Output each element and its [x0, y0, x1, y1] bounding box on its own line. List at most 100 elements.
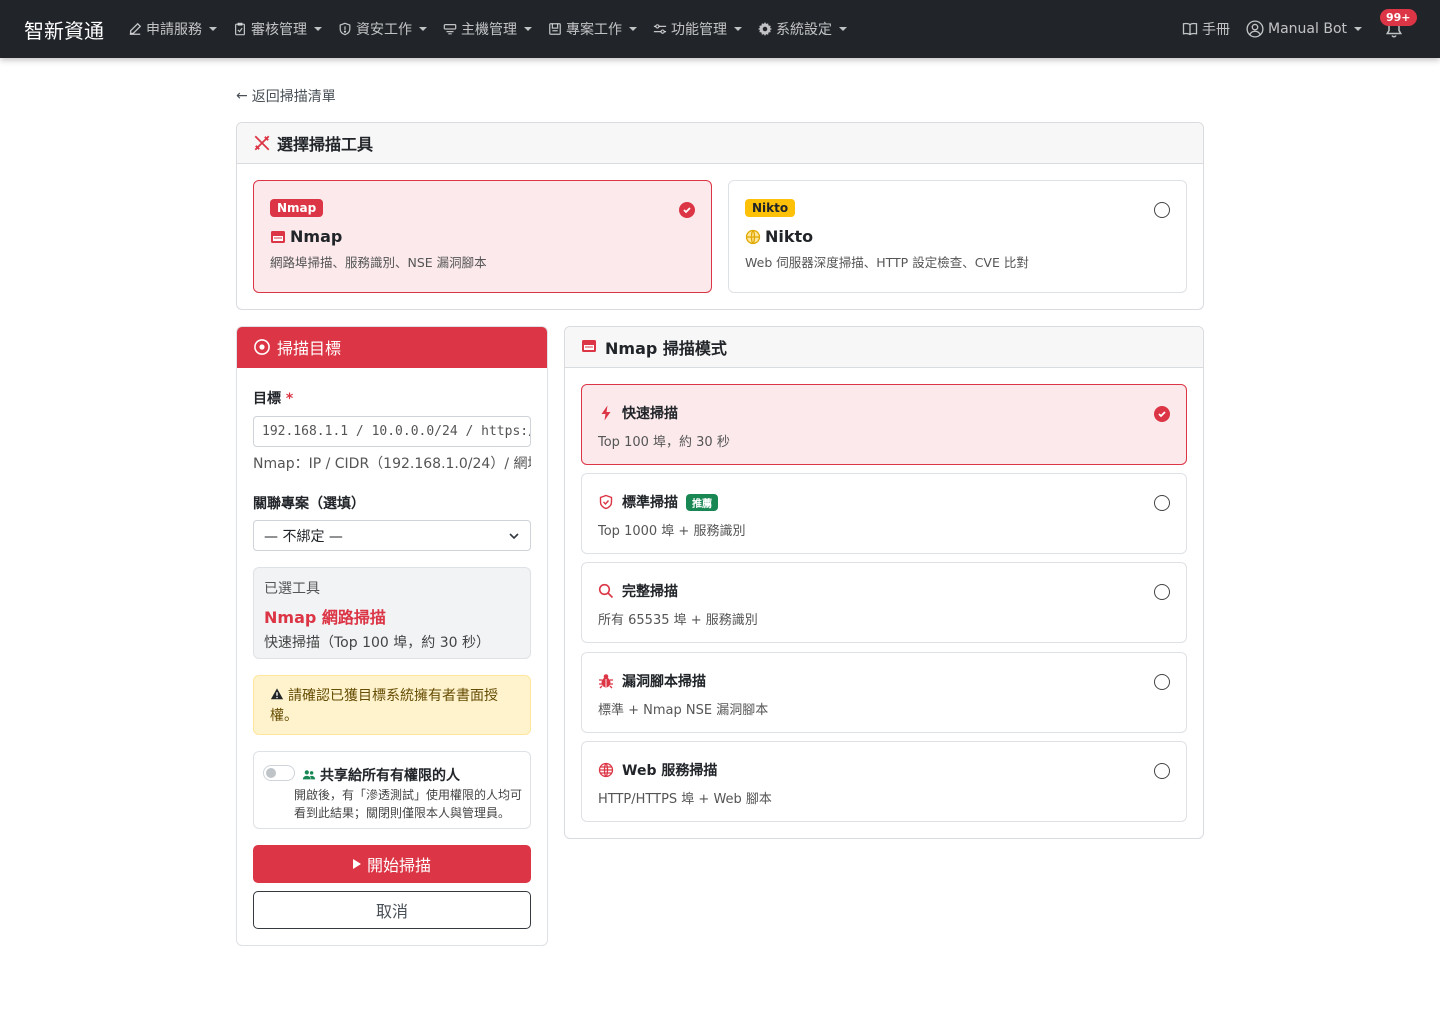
project-select[interactable]: — 不綁定 —: [253, 520, 531, 551]
cancel-button[interactable]: 取消: [253, 891, 531, 929]
gear-icon: [758, 22, 772, 36]
play-icon: [352, 859, 361, 869]
nav-menu-review[interactable]: 審核管理: [233, 19, 322, 39]
router-icon: [581, 338, 599, 356]
mode-radio[interactable]: [1154, 584, 1170, 600]
target-hint: Nmap：IP / CIDR（192.168.1.0/24）/ 網域: [253, 456, 531, 472]
arrow-left-icon: ←: [236, 88, 248, 104]
nmap-desc: 網路埠掃描、服務識別、NSE 漏洞腳本: [270, 255, 487, 270]
back-link-label: 返回掃描清單: [251, 89, 336, 105]
brand-logo[interactable]: 智新資通: [24, 15, 104, 44]
nav-menu-label: 主機管理: [461, 22, 517, 38]
top-navbar: 智新資通 申請服務 審核管理 資安工作 主機管理 專案工作 功能管理 系統設定 …: [0, 0, 1440, 58]
nav-menu-label: 功能管理: [671, 22, 727, 38]
mode-name: 漏洞腳本掃描: [622, 674, 706, 690]
nav-menu-label: 審核管理: [251, 22, 307, 38]
toggle-knob: [266, 768, 276, 778]
scan-target-header: 掃描目標: [237, 327, 547, 368]
required-mark: *: [285, 391, 294, 407]
people-icon: [302, 768, 316, 782]
target-input[interactable]: 192.168.1.1 / 10.0.0.0/24 / https://exam…: [253, 416, 531, 447]
nav-menu-apply-service[interactable]: 申請服務: [128, 19, 217, 39]
globe-icon: [745, 229, 761, 245]
briefcase-icon: [548, 22, 562, 36]
search-icon: [598, 583, 614, 599]
scan-mode-header: Nmap 掃描模式: [565, 327, 1203, 368]
shield-check-icon: [598, 494, 614, 510]
nikto-title: Nikto: [745, 227, 1170, 246]
selected-tool-caption: 已選工具: [264, 581, 320, 597]
tool-card-nikto[interactable]: Nikto Nikto Web 伺服器深度掃描、HTTP 設定檢查、CVE 比對: [728, 180, 1187, 293]
mode-quick-scan[interactable]: 快速掃描 Top 100 埠，約 30 秒: [581, 384, 1187, 465]
selected-tool-mode: 快速掃描（Top 100 埠，約 30 秒）: [264, 635, 490, 651]
recommended-badge: 推薦: [686, 493, 718, 511]
project-label: 關聯專案（選填）: [253, 496, 365, 512]
mode-desc: 標準 + Nmap NSE 漏洞腳本: [598, 703, 769, 718]
selected-tool-name: Nmap 網路掃描: [264, 608, 386, 627]
nav-menu-function[interactable]: 功能管理: [653, 19, 742, 39]
mode-standard-scan[interactable]: 標準掃描 推薦 Top 1000 埠 + 服務識別: [581, 473, 1187, 554]
manual-link[interactable]: 手冊: [1182, 19, 1230, 39]
nmap-title: Nmap: [270, 227, 695, 246]
tool-selection-title: 選擇掃描工具: [277, 135, 374, 154]
tool-selection-header: 選擇掃描工具: [237, 123, 1203, 164]
caret-down-icon: [314, 27, 322, 31]
target-label: 目標 *: [253, 388, 293, 408]
nav-menu-label: 申請服務: [146, 22, 202, 38]
start-scan-button[interactable]: 開始掃描: [253, 845, 531, 883]
user-menu[interactable]: Manual Bot: [1246, 20, 1362, 38]
clipboard-check-icon: [233, 22, 247, 36]
nav-menu-host[interactable]: 主機管理: [443, 19, 532, 39]
mode-vuln-script-scan[interactable]: 漏洞腳本掃描 標準 + Nmap NSE 漏洞腳本: [581, 652, 1187, 733]
warning-icon: [270, 687, 284, 701]
share-toggle[interactable]: [263, 765, 295, 781]
caret-down-icon: [629, 27, 637, 31]
notification-bell[interactable]: 99+: [1380, 9, 1417, 39]
lightning-icon: [598, 405, 614, 421]
mode-web-service-scan[interactable]: Web 服務掃描 HTTP/HTTPS 埠 + Web 腳本: [581, 741, 1187, 822]
nikto-badge: Nikto: [745, 199, 796, 217]
project-select-value: — 不綁定 —: [264, 528, 343, 545]
tool-card-nmap[interactable]: Nmap Nmap 網路埠掃描、服務識別、NSE 漏洞腳本: [253, 180, 712, 293]
share-title-text: 共享給所有有權限的人: [320, 768, 460, 784]
warning-text: 請確認已獲目標系統擁有者書面授權。: [270, 688, 498, 724]
share-desc: 開啟後，有「滲透測試」使用權限的人均可看到此結果；關閉則僅限本人與管理員。: [294, 788, 523, 820]
caret-down-icon: [419, 27, 427, 31]
cancel-label: 取消: [375, 902, 408, 921]
mode-full-scan[interactable]: 完整掃描 所有 65535 埠 + 服務識別: [581, 562, 1187, 643]
mode-title: 標準掃描 推薦: [598, 492, 718, 512]
nav-menu-project[interactable]: 專案工作: [548, 19, 637, 39]
book-icon: [1182, 21, 1198, 37]
mode-radio[interactable]: [1154, 674, 1170, 690]
back-to-scan-list-link[interactable]: ← 返回掃描清單: [236, 86, 336, 106]
nmap-name: Nmap: [290, 227, 343, 246]
nav-menu-label: 資安工作: [356, 22, 412, 38]
nikto-radio[interactable]: [1154, 202, 1170, 218]
shield-icon: [338, 22, 352, 36]
mode-title: Web 服務掃描: [598, 760, 717, 780]
nav-menu-security[interactable]: 資安工作: [338, 19, 427, 39]
nav-menu-system-settings[interactable]: 系統設定: [758, 19, 847, 39]
share-option-box: 共享給所有有權限的人 開啟後，有「滲透測試」使用權限的人均可看到此結果；關閉則僅…: [253, 751, 531, 829]
sliders-icon: [653, 22, 667, 36]
scan-mode-card: Nmap 掃描模式 快速掃描 Top 100 埠，約 30 秒 標準掃描 推薦 …: [564, 326, 1204, 839]
authorization-warning: 請確認已獲目標系統擁有者書面授權。: [253, 675, 531, 735]
nav-menu-label: 系統設定: [776, 22, 832, 38]
target-label-text: 目標: [253, 391, 281, 407]
nav-menu-label: 專案工作: [566, 22, 622, 38]
navbar-right: 手冊 Manual Bot 99+: [1182, 9, 1417, 39]
share-title: 共享給所有有權限的人: [302, 765, 460, 785]
chevron-down-icon: [509, 532, 519, 539]
mode-name: Web 服務掃描: [622, 763, 718, 779]
target-input-placeholder: 192.168.1.1 / 10.0.0.0/24 / https://exam…: [262, 424, 530, 439]
mode-radio[interactable]: [1154, 763, 1170, 779]
mode-radio[interactable]: [1154, 495, 1170, 511]
globe-icon: [598, 762, 614, 778]
bug-icon: [598, 673, 614, 689]
caret-down-icon: [209, 27, 217, 31]
mode-desc: Top 1000 埠 + 服務識別: [598, 524, 746, 539]
caret-down-icon: [524, 27, 532, 31]
nmap-radio-checked[interactable]: [679, 202, 695, 218]
mode-radio-checked[interactable]: [1154, 406, 1170, 422]
mode-name: 快速掃描: [622, 406, 678, 422]
